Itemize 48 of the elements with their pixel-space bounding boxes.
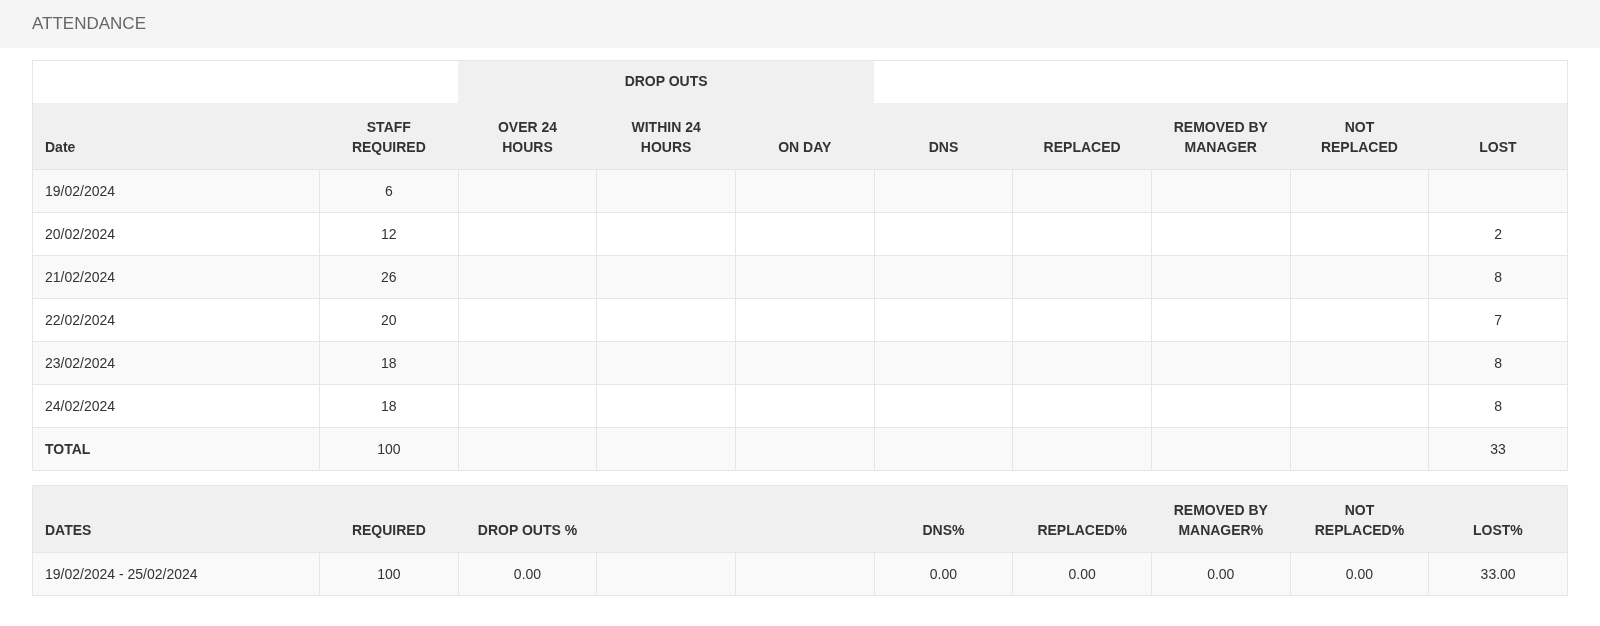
table-cell: 0.00 (1068, 565, 1096, 582)
column-header: REPLACED% (1037, 522, 1127, 538)
table-cell: 26 (381, 268, 397, 285)
table-cell: 18 (381, 354, 397, 371)
table-cell: 100 (377, 440, 401, 457)
table-cell: 8 (1494, 354, 1502, 371)
table-cell: TOTAL (45, 440, 91, 457)
column-header: DROP OUTS % (477, 522, 578, 538)
table-cell: 2 (1494, 225, 1502, 242)
table-cell: 8 (1494, 268, 1502, 285)
column-header: NOT REPLACED (1320, 119, 1398, 155)
section-title: ATTENDANCE (32, 13, 146, 36)
column-header: DNS (928, 139, 959, 155)
table-cell: 19/02/2024 - 25/02/2024 (45, 565, 198, 582)
column-header: LOST (1479, 139, 1517, 155)
table-cell: 22/02/2024 (45, 311, 116, 328)
table-cell: 6 (384, 182, 393, 199)
column-header: REQUIRED (351, 522, 426, 538)
column-header: REMOVED BY MANAGER (1173, 119, 1268, 155)
column-header: OVER 24 HOURS (497, 119, 558, 155)
table-cell: 100 (377, 565, 401, 582)
table-cell: 0.00 (513, 565, 542, 582)
table-cell: 12 (381, 225, 397, 242)
column-header: ON DAY (778, 139, 832, 155)
table-cell: 20/02/2024 (45, 225, 116, 242)
table-cell: 24/02/2024 (45, 397, 116, 414)
column-header: DNS% (922, 522, 965, 538)
column-header: REMOVED BY MANAGER% (1173, 502, 1268, 538)
table-cell: 0.00 (1207, 565, 1235, 582)
column-header: Date (45, 139, 76, 155)
column-header: STAFF REQUIRED (351, 119, 426, 155)
group-header: DROP OUTS (624, 73, 708, 90)
table-cell: 0.00 (929, 565, 958, 582)
table-cell: 33 (1490, 440, 1506, 457)
table-cell: 0.00 (1345, 565, 1374, 582)
table-cell: 20 (381, 311, 397, 328)
table-cell: 8 (1494, 397, 1502, 414)
column-header: REPLACED (1043, 139, 1121, 155)
table-cell: 18 (381, 397, 397, 414)
column-header: WITHIN 24 HOURS (631, 119, 701, 155)
table-cell: 33.00 (1480, 565, 1516, 582)
column-header: DATES (45, 522, 92, 538)
column-header: LOST% (1473, 522, 1523, 538)
table-cell: 19/02/2024 (45, 182, 116, 199)
table-cell: 21/02/2024 (45, 268, 116, 285)
column-header: NOT REPLACED% (1314, 502, 1405, 538)
table-cell: 23/02/2024 (45, 354, 116, 371)
table-cell: 7 (1494, 311, 1502, 328)
